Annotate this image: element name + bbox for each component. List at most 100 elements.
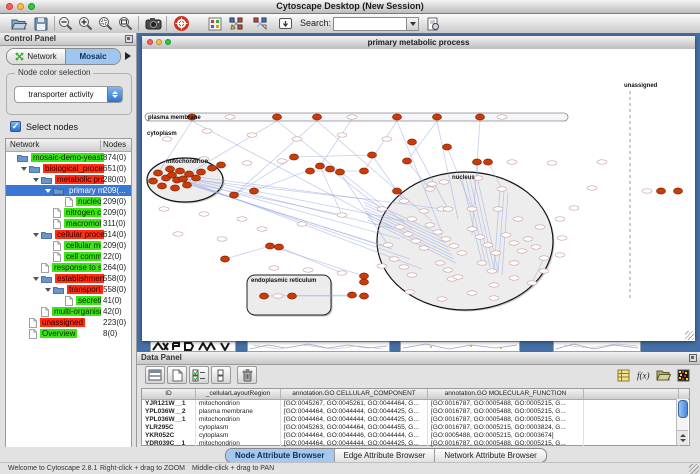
table-column-header[interactable]: [584, 389, 679, 399]
network-node[interactable]: [306, 168, 315, 174]
table-row[interactable]: YPL036W__2plasma membrane[GO:0044464, GO…: [142, 408, 689, 416]
network-node-label[interactable]: [202, 129, 212, 133]
network-node-label[interactable]: [277, 159, 287, 163]
network-node-label[interactable]: [453, 275, 463, 279]
network-node[interactable]: [403, 158, 412, 164]
network-node[interactable]: [166, 166, 175, 172]
network-node-label[interactable]: [535, 225, 545, 229]
snapshot-button[interactable]: [144, 15, 162, 32]
network-node[interactable]: [221, 256, 230, 262]
network-node-label[interactable]: [173, 232, 183, 236]
import-attributes-button[interactable]: [655, 367, 672, 383]
tab-edge-attribute-browser[interactable]: Edge Attribute Browser: [334, 449, 435, 462]
network-node-label[interactable]: [509, 261, 519, 265]
open-session-button[interactable]: [10, 15, 28, 32]
network-node-label[interactable]: [395, 225, 405, 229]
network-node[interactable]: [179, 176, 188, 182]
network-node-label[interactable]: [269, 266, 279, 270]
network-node-label[interactable]: [547, 161, 557, 165]
app-resize-grip[interactable]: [689, 464, 699, 474]
network-node-label[interactable]: [199, 212, 209, 216]
network-node-label[interactable]: [477, 261, 487, 265]
network-node[interactable]: [473, 159, 482, 165]
zoom-selected-button[interactable]: [96, 15, 114, 32]
network-node[interactable]: [217, 162, 226, 168]
tree-row[interactable]: multi-organism pro42(0): [6, 306, 131, 317]
network-node-label[interactable]: [539, 256, 549, 260]
network-node[interactable]: [313, 114, 322, 120]
edge-network-tool-button[interactable]: [252, 15, 270, 32]
network-node[interactable]: [443, 144, 452, 150]
network-node-label[interactable]: [242, 161, 252, 165]
network-node-label[interactable]: [555, 217, 565, 221]
network-node-label[interactable]: [531, 245, 541, 249]
network-node[interactable]: [208, 165, 217, 171]
tree-row[interactable]: nitrogen compo209(0): [6, 207, 131, 218]
select-nodes-checkbox[interactable]: ✓: [10, 121, 21, 132]
network-node-label[interactable]: [257, 227, 267, 231]
tree-row[interactable]: mosaic-demo-yeast874(0): [6, 152, 131, 163]
network-node-label[interactable]: [491, 251, 501, 255]
tree-row[interactable]: cellular metabo209(0): [6, 240, 131, 251]
node-color-dropdown[interactable]: transporter activity: [14, 86, 123, 103]
tree-row[interactable]: biological_process651(0): [6, 163, 131, 174]
network-node-label[interactable]: [497, 115, 507, 119]
table-row[interactable]: YJR121W__1mitochondrion[GO:0045267, GO:0…: [142, 400, 689, 408]
network-node-label[interactable]: [642, 189, 652, 193]
zoom-in-button[interactable]: [76, 15, 94, 32]
network-node-label[interactable]: [555, 253, 565, 257]
scroll-up-icon[interactable]: [680, 434, 686, 437]
attribute-checklist-button[interactable]: [189, 366, 209, 384]
network-node-label[interactable]: [441, 237, 451, 241]
network-node-label[interactable]: [457, 251, 467, 255]
network-node-label[interactable]: [337, 213, 347, 217]
network-node[interactable]: [360, 273, 369, 279]
network-node-label[interactable]: [162, 137, 172, 141]
network-node-label[interactable]: [273, 294, 283, 298]
network-node[interactable]: [266, 243, 275, 249]
table-column-header[interactable]: _cellularLayoutRegion: [196, 389, 281, 399]
network-node-label[interactable]: [449, 244, 459, 248]
network-node[interactable]: [360, 168, 369, 174]
network-node[interactable]: [408, 139, 417, 145]
network-node-label[interactable]: [509, 276, 519, 280]
network-node-label[interactable]: [467, 227, 477, 231]
search-input[interactable]: [333, 17, 411, 31]
network-node[interactable]: [316, 163, 325, 169]
network-node-label[interactable]: [425, 223, 435, 227]
table-column-header[interactable]: annotation.GO CELLULAR_COMPONENT: [281, 389, 428, 399]
tab-network[interactable]: Network: [7, 49, 65, 64]
network-node[interactable]: [336, 169, 345, 175]
tree-col-nodes[interactable]: Nodes: [103, 139, 126, 150]
network-node-label[interactable]: [383, 243, 393, 247]
network-node-label[interactable]: [489, 296, 499, 300]
network-node-label[interactable]: [297, 222, 307, 226]
tree-row[interactable]: response to stimulu264(0): [6, 262, 131, 273]
network-node-label[interactable]: [159, 207, 169, 211]
network-node[interactable]: [230, 192, 239, 198]
expand-arrow-icon[interactable]: [33, 178, 39, 182]
network-node-label[interactable]: [435, 261, 445, 265]
network-node[interactable]: [149, 178, 158, 184]
float-panel-icon[interactable]: [689, 354, 697, 362]
network-node-label[interactable]: [419, 209, 429, 213]
network-node[interactable]: [288, 293, 297, 299]
network-node-label[interactable]: [489, 283, 499, 287]
table-vertical-scrollbar[interactable]: [676, 399, 688, 445]
network-node-label[interactable]: [237, 217, 247, 221]
network-node[interactable]: [360, 279, 369, 285]
network-node[interactable]: [476, 114, 485, 120]
tree-row[interactable]: establishment of lo558(0): [6, 273, 131, 284]
network-node[interactable]: [368, 152, 377, 158]
network-node-label[interactable]: [483, 243, 493, 247]
network-node-label[interactable]: [523, 237, 533, 241]
network-node-label[interactable]: [467, 207, 477, 211]
tab-mosaic[interactable]: Mosaic: [65, 49, 120, 64]
network-node-label[interactable]: [407, 217, 417, 221]
network-node-label[interactable]: [292, 137, 302, 141]
network-node-label[interactable]: [377, 207, 387, 211]
table-column-header[interactable]: annotation.GO MOLECULAR_FUNCTION: [428, 389, 584, 399]
network-node-label[interactable]: [475, 235, 485, 239]
tree-row[interactable]: metabolic process280(0): [6, 174, 131, 185]
scroll-down-icon[interactable]: [680, 439, 686, 442]
